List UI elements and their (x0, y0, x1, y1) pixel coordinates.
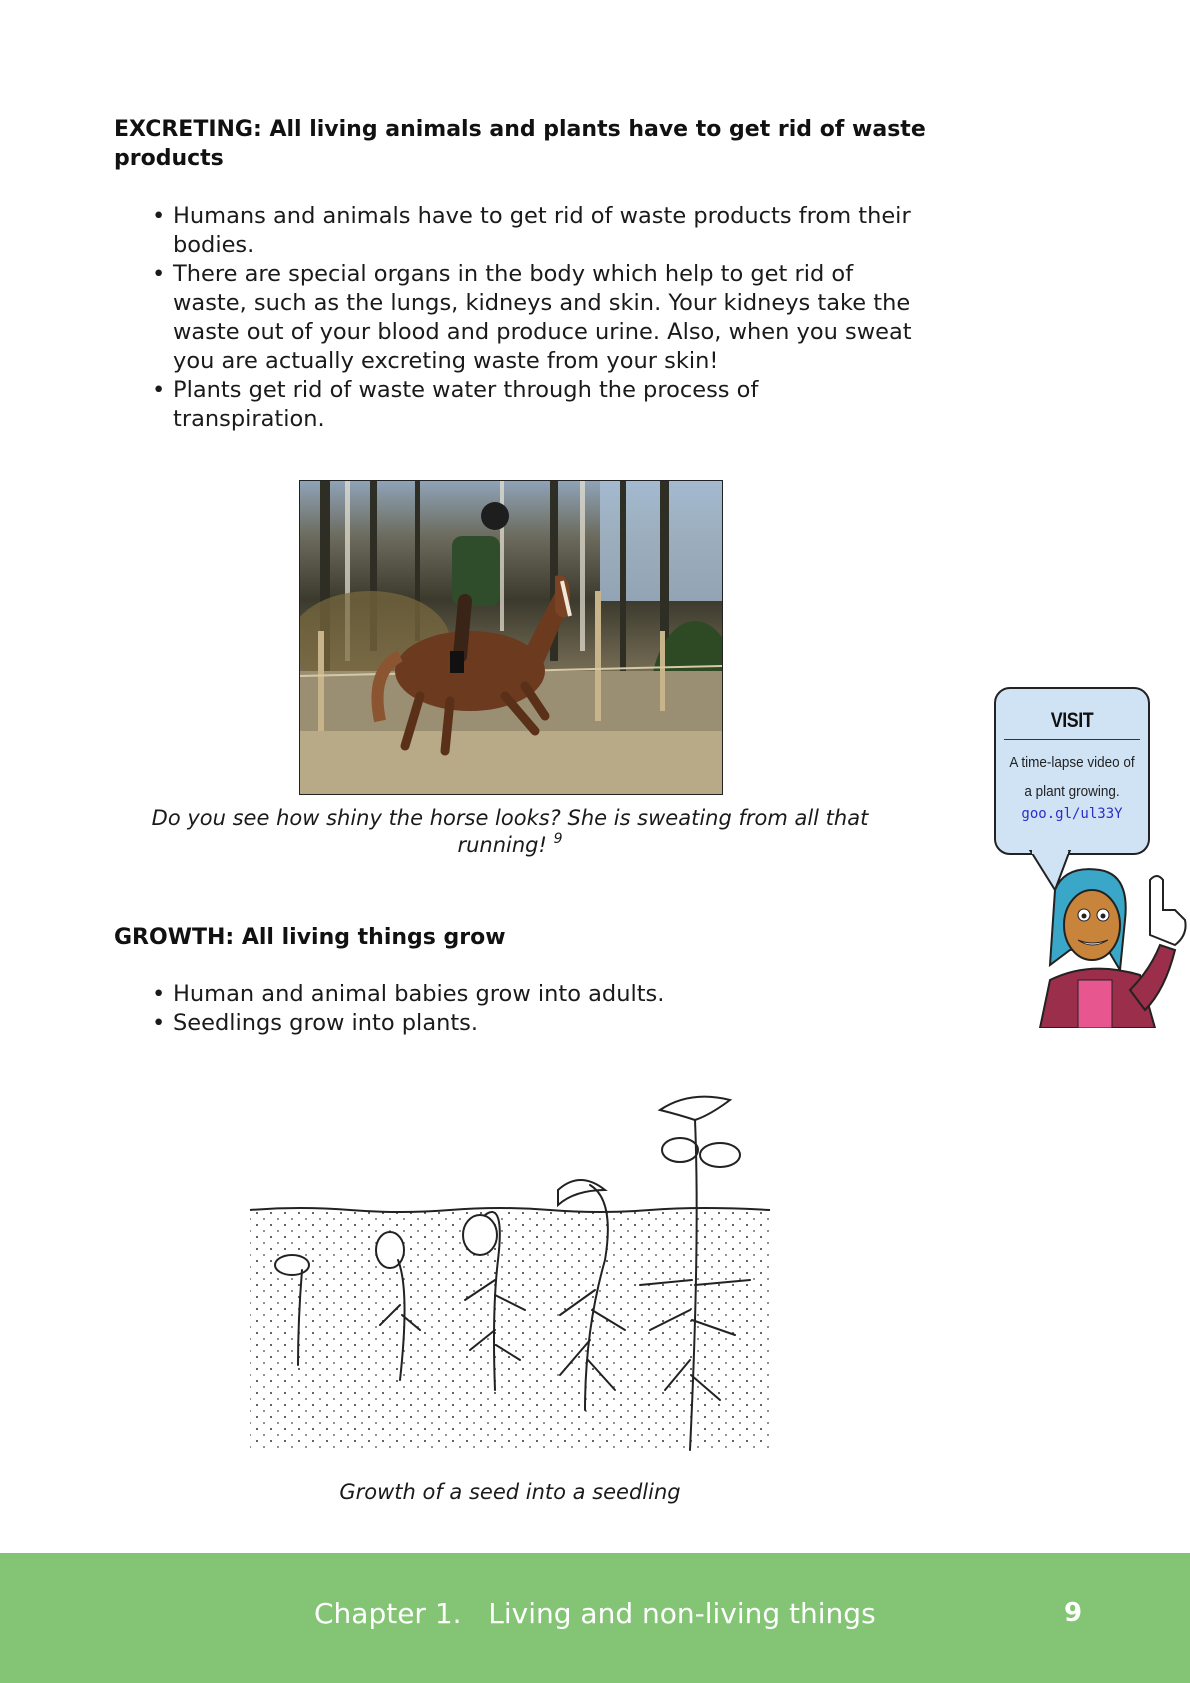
excreting-heading: EXCRETING: All living animals and plants… (114, 117, 926, 171)
seed-growth-illustration (240, 1090, 780, 1460)
excreting-bullet-list: Humans and animals have to get rid of wa… (152, 202, 912, 434)
horse-rider-photo (299, 480, 723, 795)
horse-caption: Do you see how shiny the horse looks? Sh… (134, 805, 886, 859)
growth-bullet-list: Human and animal babies grow into adults… (152, 980, 912, 1038)
horse-caption-text: Do you see how shiny the horse looks? Sh… (151, 806, 869, 857)
visit-callout: VISIT A time-lapse video of a plant grow… (994, 687, 1150, 855)
callout-line-1: A time-lapse video of (1009, 754, 1135, 771)
page-footer: Chapter 1. Living and non-living things … (0, 1553, 1190, 1683)
footnote-marker: 9 (553, 831, 563, 847)
list-item: Humans and animals have to get rid of wa… (152, 202, 912, 260)
callout-link[interactable]: goo.gl/ul33Y (996, 806, 1148, 822)
page-number: 9 (1064, 1598, 1083, 1628)
list-item: Plants get rid of waste water through th… (152, 376, 912, 434)
callout-title: VISIT (1050, 709, 1094, 732)
seedling-caption: Growth of a seed into a seedling (339, 1480, 681, 1504)
growth-heading: GROWTH: All living things grow (114, 925, 506, 950)
list-item: Human and animal babies grow into adults… (152, 980, 912, 1009)
callout-line-2: a plant growing. (1024, 783, 1120, 800)
callout-divider (1004, 739, 1140, 740)
chapter-title: Chapter 1. Living and non-living things (314, 1597, 876, 1630)
list-item: There are special organs in the body whi… (152, 260, 912, 376)
list-item: Seedlings grow into plants. (152, 1009, 912, 1038)
mascot-girl-pointing (1028, 850, 1187, 1028)
